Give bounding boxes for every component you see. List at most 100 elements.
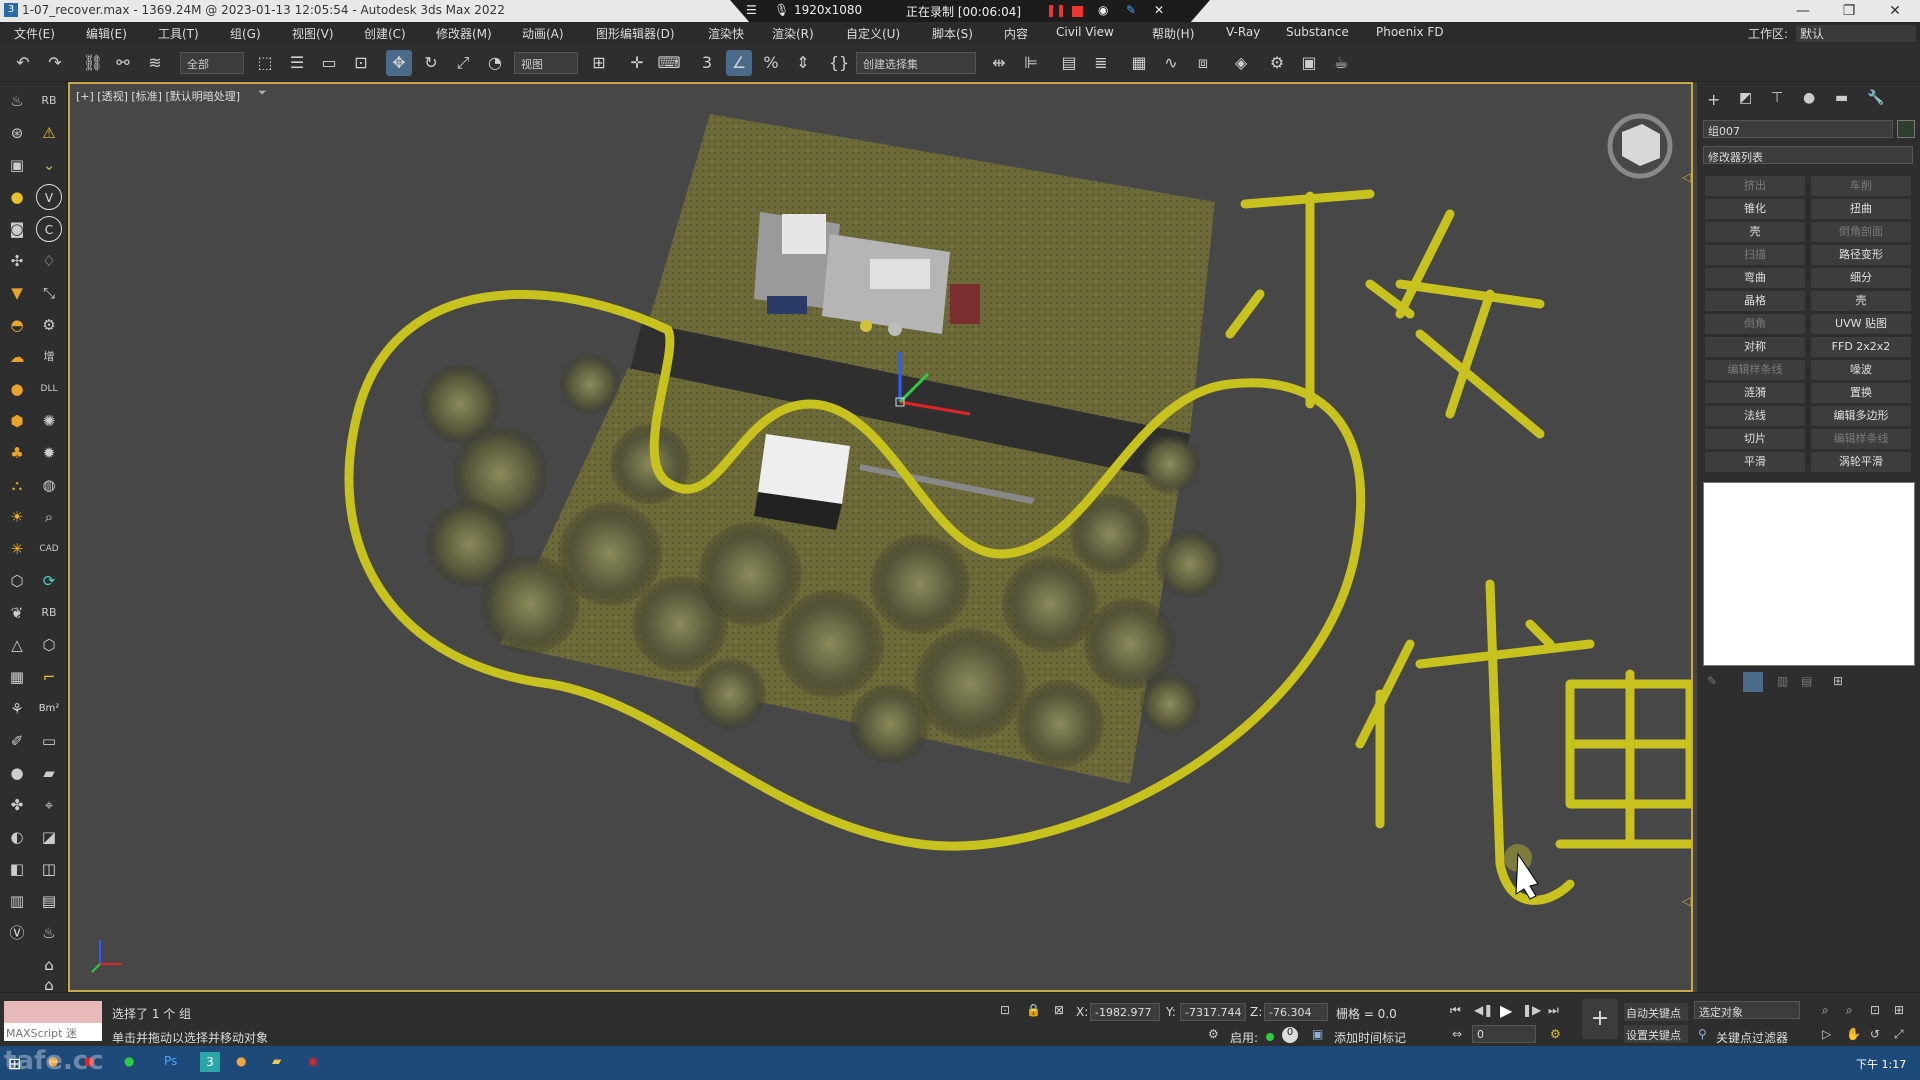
utilities-tab-icon[interactable]: 🔧 bbox=[1867, 90, 1884, 106]
modifier-list-dropdown[interactable]: 修改器列表 bbox=[1703, 146, 1913, 164]
half-sphere-icon[interactable]: ◓ bbox=[4, 312, 30, 338]
menu-tools[interactable]: 工具(T) bbox=[158, 25, 199, 42]
stairs-icon[interactable]: ⌐ bbox=[36, 664, 62, 690]
c-icon[interactable]: C bbox=[36, 216, 62, 242]
sphere-icon[interactable]: ● bbox=[4, 376, 30, 402]
configure-sets-icon[interactable]: ⊞ bbox=[1833, 674, 1843, 688]
menu-customize[interactable]: 自定义(U) bbox=[846, 25, 900, 42]
bind-spacewarp-icon[interactable]: ≋ bbox=[142, 50, 168, 76]
cluster-icon[interactable]: ✤ bbox=[4, 792, 30, 818]
dll-icon[interactable]: DLL bbox=[36, 376, 62, 402]
cad-icon[interactable]: CAD bbox=[36, 536, 62, 562]
maximize-viewport-icon[interactable]: ⤢ bbox=[1894, 1027, 1904, 1042]
render-production-icon[interactable]: ☕ bbox=[1328, 50, 1354, 76]
next-frame-icon[interactable]: ❚▶ bbox=[1522, 1003, 1541, 1017]
pan-icon[interactable]: ✋ bbox=[1846, 1027, 1861, 1041]
motion-tab-icon[interactable]: ● bbox=[1803, 90, 1815, 106]
prev-frame-icon[interactable]: ◀❚ bbox=[1474, 1003, 1493, 1017]
close-recording-icon[interactable]: ✕ bbox=[1154, 3, 1164, 17]
curve-editor-icon[interactable]: ∿ bbox=[1158, 50, 1184, 76]
mod-turbosmooth[interactable]: 涡轮平滑 bbox=[1811, 452, 1911, 472]
mod-slice[interactable]: 切片 bbox=[1705, 429, 1805, 449]
modify-tab-icon[interactable]: ◩ bbox=[1739, 90, 1752, 106]
bars-icon[interactable]: ▥ bbox=[4, 888, 30, 914]
cloud-icon[interactable]: ☁ bbox=[4, 344, 30, 370]
x-coordinate-field[interactable]: -1982.977 bbox=[1090, 1003, 1160, 1021]
maxscript-mini-listener[interactable]: MAXScript 迷 bbox=[4, 1023, 102, 1041]
menu-content[interactable]: 内容 bbox=[1004, 25, 1028, 42]
brush-icon[interactable]: ✐ bbox=[4, 728, 30, 754]
key-mode-icon[interactable]: ⇔ bbox=[1452, 1027, 1462, 1041]
mod-edit-spline[interactable]: 编辑样条线 bbox=[1705, 360, 1805, 380]
mod-bevel-profile[interactable]: 倒角剖面 bbox=[1811, 222, 1911, 242]
mod-displace[interactable]: 置换 bbox=[1811, 383, 1911, 403]
menu-scripting[interactable]: 脚本(S) bbox=[932, 25, 973, 42]
material-editor-icon[interactable]: ◈ bbox=[1228, 50, 1254, 76]
mod-smooth[interactable]: 平滑 bbox=[1705, 452, 1805, 472]
link-icon[interactable]: ⛓ bbox=[80, 50, 106, 76]
keyboard-shortcut-icon[interactable]: ⌨ bbox=[656, 50, 682, 76]
window-crossing-icon[interactable]: ⊡ bbox=[348, 50, 374, 76]
lock-icon[interactable]: 🔒 bbox=[1026, 1003, 1041, 1017]
grass-icon[interactable]: ⚘ bbox=[4, 696, 30, 722]
scene-explorer-icon[interactable]: ▤ bbox=[1056, 50, 1082, 76]
mod-edit-poly[interactable]: 编辑多边形 bbox=[1811, 406, 1911, 426]
undo-icon[interactable]: ↶ bbox=[10, 50, 36, 76]
ref-coord-dropdown[interactable]: 视图 bbox=[514, 52, 578, 74]
redo-icon[interactable]: ↷ bbox=[42, 50, 68, 76]
menu-animation[interactable]: 动画(A) bbox=[522, 25, 564, 42]
menu-file[interactable]: 文件(E) bbox=[14, 25, 55, 42]
select-by-name-icon[interactable]: ☰ bbox=[284, 50, 310, 76]
mod-sweep[interactable]: 扫描 bbox=[1705, 245, 1805, 265]
auto-key-button[interactable]: 自动关键点 bbox=[1624, 1003, 1688, 1021]
rect-selection-icon[interactable]: ▭ bbox=[316, 50, 342, 76]
aperture-icon[interactable]: ✺ bbox=[36, 408, 62, 434]
mod-shell[interactable]: 壳 bbox=[1705, 222, 1805, 242]
zoom-extents-icon[interactable]: ⊡ bbox=[1870, 1003, 1880, 1017]
spinner-snap-icon[interactable]: ⇕ bbox=[790, 50, 816, 76]
photoshop-icon[interactable]: Ps bbox=[164, 1054, 177, 1068]
balloon-icon[interactable]: ♢ bbox=[36, 248, 62, 274]
chevron-down-icon[interactable]: ⌄ bbox=[36, 152, 62, 178]
menu-view[interactable]: 视图(V) bbox=[292, 25, 334, 42]
go-to-end-icon[interactable]: ⏭ bbox=[1548, 1003, 1559, 1018]
key-selection-dropdown[interactable]: 选定对象 bbox=[1694, 1001, 1800, 1019]
mod-ripple[interactable]: 涟漪 bbox=[1705, 383, 1805, 403]
sun-ring-icon[interactable]: ✹ bbox=[36, 440, 62, 466]
3dsmax-taskbar-icon[interactable]: 3 bbox=[200, 1052, 220, 1072]
search-icon[interactable]: ⌕ bbox=[36, 504, 62, 530]
minimize-button[interactable]: — bbox=[1780, 0, 1826, 22]
mushroom-icon[interactable]: ♣ bbox=[4, 440, 30, 466]
mod-uvw-map[interactable]: UVW 贴图 bbox=[1811, 314, 1911, 334]
folder-icon[interactable]: ▰ bbox=[36, 760, 62, 786]
pen-icon[interactable]: ✎ bbox=[1126, 3, 1136, 17]
z-coordinate-field[interactable]: -76.304 bbox=[1264, 1003, 1328, 1021]
camera-icon[interactable]: ◉ bbox=[1098, 3, 1108, 17]
menu-vray[interactable]: V-Ray bbox=[1226, 25, 1260, 39]
sun-icon[interactable]: ☀ bbox=[4, 504, 30, 530]
vray-v-icon[interactable]: V bbox=[36, 184, 62, 210]
key-filters-button[interactable]: 关键点过滤器 bbox=[1716, 1029, 1788, 1046]
menu-help[interactable]: 帮助(H) bbox=[1152, 25, 1194, 42]
palette-icon[interactable]: ◐ bbox=[4, 824, 30, 850]
hierarchy-tab-icon[interactable]: ⊤ bbox=[1771, 90, 1783, 106]
edit-named-sel-icon[interactable]: {} bbox=[826, 50, 852, 76]
mod-extrude[interactable]: 挤出 bbox=[1705, 176, 1805, 196]
select-manipulate-icon[interactable]: ✛ bbox=[624, 50, 650, 76]
angle-snap-icon[interactable]: ∠ bbox=[726, 50, 752, 76]
select-rotate-icon[interactable]: ↻ bbox=[418, 50, 444, 76]
enable-indicator-icon[interactable] bbox=[1266, 1033, 1274, 1041]
selection-filter-dropdown[interactable]: 全部 bbox=[180, 52, 244, 74]
bm-icon[interactable]: Bm² bbox=[36, 696, 62, 722]
mod-lattice[interactable]: 晶格 bbox=[1705, 291, 1805, 311]
menu-create[interactable]: 创建(C) bbox=[364, 25, 406, 42]
orbit-nav-icon[interactable]: ↺ bbox=[1870, 1027, 1880, 1041]
create-tab-icon[interactable]: + bbox=[1707, 90, 1720, 109]
fov-icon[interactable]: ▷ bbox=[1822, 1027, 1831, 1041]
mod-subdivide[interactable]: 细分 bbox=[1811, 268, 1911, 288]
mod-bend[interactable]: 弯曲 bbox=[1705, 268, 1805, 288]
camera-tool-icon[interactable]: ◙ bbox=[4, 216, 30, 242]
restore-button[interactable]: ❐ bbox=[1826, 0, 1872, 22]
show-end-result-icon[interactable] bbox=[1743, 672, 1763, 692]
geosphere-icon[interactable]: ⬢ bbox=[4, 408, 30, 434]
